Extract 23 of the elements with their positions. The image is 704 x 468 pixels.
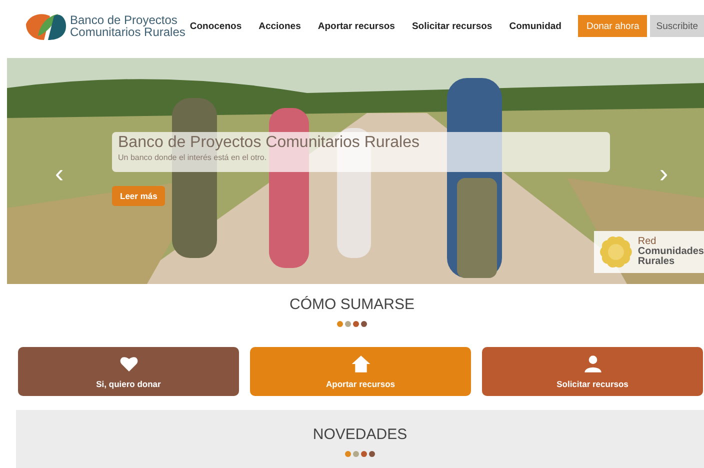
badge-text: Red (638, 237, 656, 247)
house-icon (350, 354, 370, 374)
hero-subtitle: Un banco donde el interés está en el otro. (118, 153, 268, 162)
action-card[interactable]: Solicitar recursos (482, 347, 703, 396)
action-card[interactable]: Aportar recursos (250, 347, 471, 396)
subscribe-button[interactable]: Suscribite (650, 15, 704, 37)
badge-text: Rurales (638, 257, 676, 267)
flower-icon (600, 236, 632, 268)
nav-link[interactable]: Conocenos (190, 20, 242, 32)
nav-link[interactable]: Acciones (258, 20, 301, 32)
person-icon (582, 354, 602, 374)
nav-link[interactable]: Comunidad (509, 20, 562, 32)
badge-text: Comunidades (638, 247, 704, 257)
section-title: CÓMO SUMARSE (289, 296, 414, 313)
logo-text: Banco de Proyectos Comunitarios Rurales (70, 14, 186, 38)
nav-link[interactable]: Aportar recursos (318, 20, 395, 32)
nav-link[interactable]: Solicitar recursos (412, 20, 492, 32)
action-card[interactable]: Si, quiero donar (18, 347, 239, 396)
hero-title: Banco de Proyectos Comunitarios Rurales (118, 133, 420, 153)
section-title: NOVEDADES (312, 426, 408, 443)
donate-button[interactable]: Donar ahora (578, 15, 648, 37)
read-more-button[interactable]: Leer más (112, 186, 166, 206)
heart-icon (118, 354, 138, 374)
